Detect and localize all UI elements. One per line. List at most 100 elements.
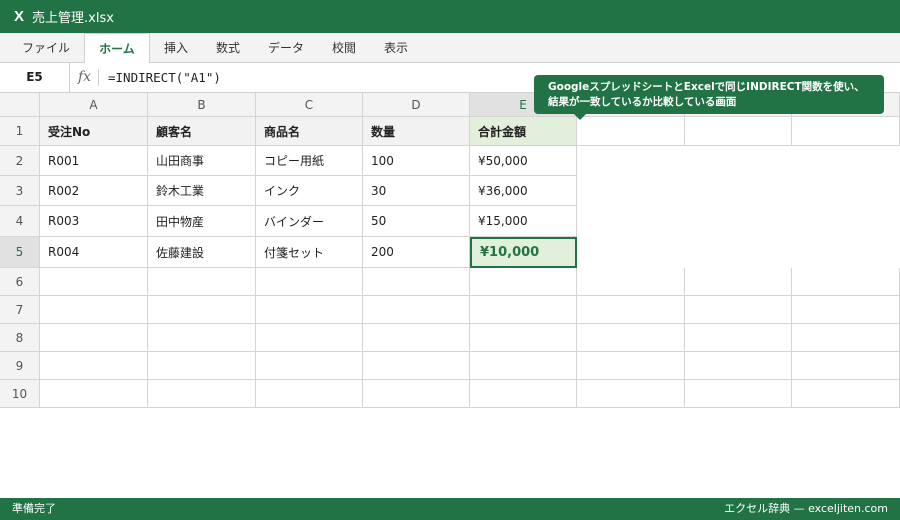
table-cell[interactable]: インク: [256, 176, 363, 206]
table-cell[interactable]: 200: [363, 237, 470, 268]
header-cell[interactable]: 商品名: [256, 117, 363, 146]
table-cell[interactable]: 鈴木工業: [148, 176, 256, 206]
table-cell[interactable]: [148, 324, 256, 352]
table-cell[interactable]: [792, 352, 900, 380]
row-header[interactable]: 1: [0, 117, 40, 146]
name-box[interactable]: E5: [0, 63, 70, 92]
table-cell[interactable]: [256, 296, 363, 324]
ribbon-tabs: ファイル ホーム 挿入 数式 データ 校閲 表示: [0, 33, 900, 64]
table-cell[interactable]: [363, 324, 470, 352]
formula-input[interactable]: =INDIRECT("A1"): [108, 63, 221, 92]
table-cell[interactable]: コピー用紙: [256, 146, 363, 176]
table-cell[interactable]: [577, 380, 685, 408]
tab-data[interactable]: データ: [256, 33, 316, 63]
table-cell[interactable]: 50: [363, 206, 470, 237]
table-cell[interactable]: ¥50,000: [470, 146, 577, 176]
formula-bar-divider: [98, 69, 99, 86]
table-cell[interactable]: [792, 268, 900, 296]
tab-view[interactable]: 表示: [372, 33, 420, 63]
table-cell[interactable]: バインダー: [256, 206, 363, 237]
table-cell[interactable]: [792, 380, 900, 408]
table-cell[interactable]: R002: [40, 176, 148, 206]
header-cell[interactable]: 受注No: [40, 117, 148, 146]
table-cell[interactable]: [685, 380, 792, 408]
column-header[interactable]: B: [148, 93, 256, 117]
header-cell[interactable]: 顧客名: [148, 117, 256, 146]
table-cell[interactable]: R003: [40, 206, 148, 237]
row-header[interactable]: 9: [0, 352, 40, 380]
header-cell[interactable]: 合計金額: [470, 117, 577, 146]
tab-file[interactable]: ファイル: [8, 33, 84, 63]
table-cell[interactable]: [363, 380, 470, 408]
tab-review[interactable]: 校閲: [320, 33, 368, 63]
table-cell[interactable]: [256, 268, 363, 296]
table-cell[interactable]: [256, 324, 363, 352]
table-cell[interactable]: ¥15,000: [470, 206, 577, 237]
table-cell[interactable]: [40, 352, 148, 380]
row-header[interactable]: 5: [0, 237, 40, 268]
table-cell[interactable]: 田中物産: [148, 206, 256, 237]
table-cell[interactable]: 100: [363, 146, 470, 176]
table-cell[interactable]: [577, 324, 685, 352]
row-header[interactable]: 2: [0, 146, 40, 176]
row-header[interactable]: 4: [0, 206, 40, 237]
callout-line-1: GoogleスプレッドシートとExcelで同じINDIRECT関数を使い、: [548, 81, 865, 93]
tab-formulas[interactable]: 数式: [204, 33, 252, 63]
row-header[interactable]: 3: [0, 176, 40, 206]
active-cell-e5[interactable]: ¥10,000: [470, 237, 577, 268]
table-cell[interactable]: [685, 352, 792, 380]
table-cell[interactable]: [363, 352, 470, 380]
title-bar: X 売上管理.xlsx: [0, 0, 900, 33]
table-cell[interactable]: [577, 268, 685, 296]
table-cell[interactable]: [148, 352, 256, 380]
table-cell[interactable]: [577, 117, 685, 146]
table-cell[interactable]: [470, 380, 577, 408]
row-header[interactable]: 10: [0, 380, 40, 408]
table-cell[interactable]: [148, 268, 256, 296]
row-header[interactable]: 8: [0, 324, 40, 352]
table-cell[interactable]: 付箋セット: [256, 237, 363, 268]
table-cell[interactable]: [792, 296, 900, 324]
table-cell[interactable]: [470, 268, 577, 296]
select-all-corner[interactable]: [0, 93, 40, 117]
table-cell[interactable]: [685, 117, 792, 146]
table-cell[interactable]: [792, 117, 900, 146]
table-cell[interactable]: [577, 352, 685, 380]
table-cell[interactable]: [40, 296, 148, 324]
table-cell[interactable]: [363, 296, 470, 324]
header-cell[interactable]: 数量: [363, 117, 470, 146]
table-cell[interactable]: [148, 296, 256, 324]
table-cell[interactable]: 30: [363, 176, 470, 206]
column-header[interactable]: C: [256, 93, 363, 117]
tab-home[interactable]: ホーム: [84, 33, 150, 64]
table-cell[interactable]: [470, 296, 577, 324]
window-title: 売上管理.xlsx: [32, 11, 114, 26]
table-cell[interactable]: R001: [40, 146, 148, 176]
table-cell[interactable]: [792, 324, 900, 352]
excel-x-icon: X: [14, 8, 25, 25]
table-cell[interactable]: ¥36,000: [470, 176, 577, 206]
table-cell[interactable]: [40, 380, 148, 408]
tab-insert[interactable]: 挿入: [152, 33, 200, 63]
table-cell[interactable]: [685, 268, 792, 296]
row-header[interactable]: 7: [0, 296, 40, 324]
table-cell[interactable]: 佐藤建設: [148, 237, 256, 268]
table-cell[interactable]: [363, 268, 470, 296]
table-cell[interactable]: [470, 324, 577, 352]
table-cell[interactable]: [148, 380, 256, 408]
fx-icon[interactable]: fx: [78, 63, 91, 92]
table-cell[interactable]: [256, 352, 363, 380]
table-cell[interactable]: R004: [40, 237, 148, 268]
table-cell[interactable]: [577, 296, 685, 324]
table-cell[interactable]: 山田商事: [148, 146, 256, 176]
table-cell[interactable]: [40, 268, 148, 296]
column-header[interactable]: A: [40, 93, 148, 117]
table-cell[interactable]: [256, 380, 363, 408]
column-header[interactable]: D: [363, 93, 470, 117]
row-header[interactable]: 6: [0, 268, 40, 296]
status-bar: 準備完了 エクセル辞典 — exceljiten.com: [0, 498, 900, 520]
table-cell[interactable]: [685, 296, 792, 324]
table-cell[interactable]: [470, 352, 577, 380]
table-cell[interactable]: [685, 324, 792, 352]
table-cell[interactable]: [40, 324, 148, 352]
